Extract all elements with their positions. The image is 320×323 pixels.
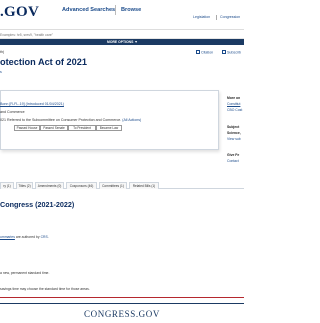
search-input[interactable] — [0, 31, 244, 38]
bill-meta: th) — [0, 50, 5, 54]
tab-committees[interactable]: Committees (1) — [99, 182, 127, 189]
page: .GOV Advanced Searches Browse Legislatio… — [0, 0, 244, 323]
view-subjects-link[interactable]: View sub — [227, 137, 244, 141]
tab-titles[interactable]: Titles (2) — [16, 182, 33, 189]
congressional-link[interactable]: Congression — [220, 15, 240, 19]
citation-link[interactable]: Citation — [196, 50, 213, 55]
crs-note: ummaries are authored by CRS. — [0, 235, 49, 239]
summary-line-2: savings time may choose the standard tim… — [0, 287, 90, 291]
committee-line: and Commerce — [0, 110, 25, 114]
site-logo[interactable]: .GOV — [0, 4, 39, 21]
search-bar — [0, 30, 244, 39]
tracker-passed-house: Passed House — [14, 125, 40, 131]
advanced-searches-link[interactable]: Advanced Searches — [62, 7, 115, 13]
summary-heading: Congress (2021-2022) — [0, 200, 75, 209]
tab-related-bills[interactable]: Related Bills (1) — [129, 182, 159, 189]
footer-accent-line — [0, 297, 244, 298]
tracker-to-president: To President — [68, 125, 96, 131]
bill-tabs: ry (1) Titles (2) Amendments (0) Cospons… — [0, 182, 244, 189]
sidebar-subject: Subject Science, View sub — [227, 125, 244, 141]
bill-subtitle: s — [0, 70, 2, 74]
more-options-label[interactable]: MORE OPTIONS ▼ — [107, 40, 138, 44]
footer-logo[interactable]: CONGRESS.GOV — [0, 309, 244, 319]
tracker-passed-senate: Passed Senate — [40, 125, 68, 131]
subscribe-link[interactable]: Subscrib — [222, 50, 241, 55]
all-actions-link[interactable]: (All Actions) — [122, 118, 141, 122]
legislation-link[interactable]: Legislation — [193, 15, 210, 19]
summaries-link[interactable]: ummaries — [0, 235, 15, 239]
contact-link[interactable]: Contact — [227, 159, 244, 163]
util-divider — [216, 15, 217, 20]
tab-summary[interactable]: ry (1) — [0, 182, 14, 189]
footer: CONGRESS.GOV — [0, 303, 244, 323]
nav-divider — [115, 5, 116, 15]
summary-line-1: a new, permanent standard time. — [0, 271, 50, 275]
tab-cosponsors[interactable]: Cosponsors (46) — [66, 182, 97, 189]
subscribe-icon — [222, 50, 226, 54]
cbo-link[interactable]: CBO Cost — [227, 108, 244, 112]
bill-title: otection Act of 2021 — [0, 57, 87, 67]
tab-amendments[interactable]: Amendments (0) — [35, 182, 64, 189]
constitutional-link[interactable]: Constitut — [227, 102, 244, 106]
sponsor-line: Bonn [R-FL-19] (Introduced 01/04/2021) — [0, 102, 64, 106]
top-header: .GOV Advanced Searches Browse Legislatio… — [0, 0, 244, 30]
browse-link[interactable]: Browse — [121, 7, 141, 13]
sidebar-more-on: More on Constitut CBO Cost — [227, 96, 244, 112]
tracker-became-law: Became Law — [96, 125, 122, 131]
sidebar-feedback: Give Fe Contact — [227, 153, 244, 163]
citation-icon — [196, 50, 200, 54]
crs-link[interactable]: CRS — [41, 235, 48, 239]
more-options-bar[interactable]: MORE OPTIONS ▼ — [0, 39, 244, 45]
latest-action-line: 021 Referred to the Subcommittee on Cons… — [0, 118, 142, 122]
